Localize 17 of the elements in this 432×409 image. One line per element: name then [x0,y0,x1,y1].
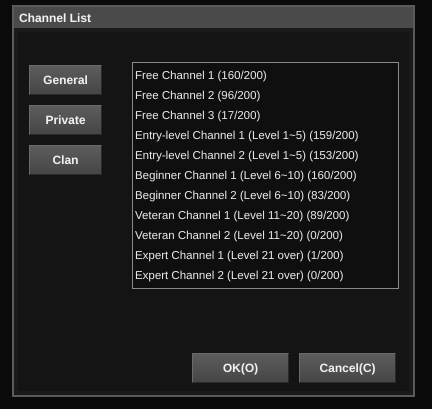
channel-item[interactable]: Free Channel 1 (160/200) [135,66,396,86]
channel-item[interactable]: Free Channel 2 (96/200) [135,86,396,106]
channel-item[interactable]: Beginner Channel 1 (Level 6~10) (160/200) [135,166,396,186]
category-button[interactable]: General [29,65,102,95]
channel-item[interactable]: Entry-level Channel 1 (Level 1~5) (159/200) [135,126,396,146]
channel-item[interactable]: Expert Channel 1 (Level 21 over) (1/200) [135,246,396,266]
channel-item[interactable]: Expert Channel 2 (Level 21 over) (0/200) [135,266,396,286]
channel-item[interactable]: Entry-level Channel 2 (Level 1~5) (153/200) [135,146,396,166]
ok-button[interactable]: OK(O) [192,353,289,383]
channel-item[interactable]: Veteran Channel 2 (Level 11~20) (0/200) [135,226,396,246]
category-button[interactable]: Clan [29,145,102,175]
window-title: Channel List [19,10,92,24]
channel-item[interactable]: Free Channel 3 (17/200) [135,106,396,126]
category-button[interactable]: Private [29,105,102,135]
cancel-button[interactable]: Cancel(C) [299,353,396,383]
channel-item[interactable]: Beginner Channel 2 (Level 6~10) (83/200) [135,186,396,206]
channel-item[interactable]: Veteran Channel 1 (Level 11~20) (89/200) [135,206,396,226]
